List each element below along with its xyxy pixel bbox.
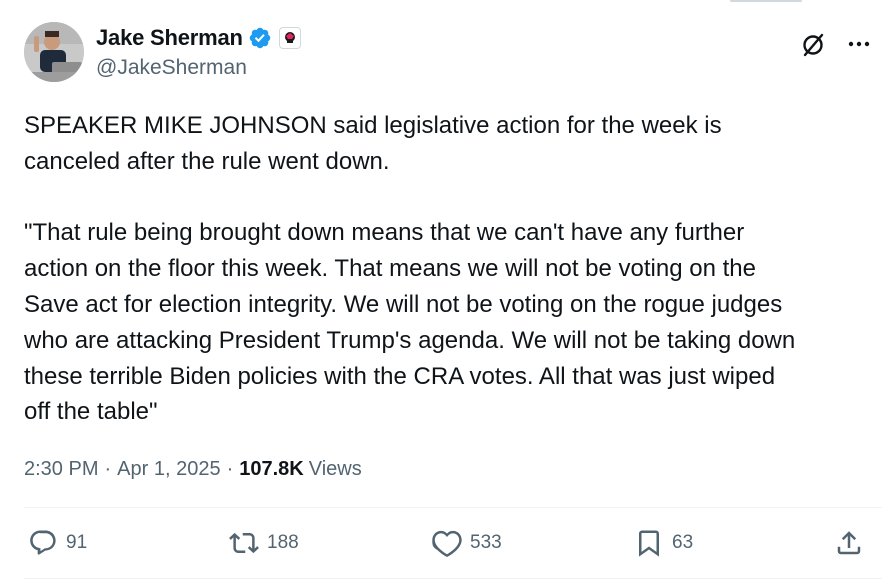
repost-count: 188	[267, 532, 299, 553]
bookmark-button[interactable]: 63	[634, 528, 693, 558]
repost-button[interactable]: 188	[229, 528, 299, 558]
tweet-date[interactable]: Apr 1, 2025	[117, 458, 220, 481]
reply-icon	[30, 530, 56, 555]
tweet-text: SPEAKER MIKE JOHNSON said legislative ac…	[24, 112, 796, 426]
reply-button[interactable]: 91	[28, 528, 87, 558]
avatar-photo	[24, 22, 84, 82]
bookmark-count: 63	[672, 532, 694, 553]
tweet-header: Jake Sherman @JakeSherman	[24, 22, 874, 82]
heart-icon	[432, 530, 462, 557]
bookmark-icon	[639, 530, 659, 557]
divider	[24, 578, 882, 579]
meta-separator: ·	[226, 457, 234, 480]
affiliate-logo-icon	[284, 32, 295, 43]
share-icon	[837, 531, 861, 555]
reply-count: 91	[66, 532, 88, 553]
tweet-meta: 2:30 PM · Apr 1, 2025 · 107.8K Views	[24, 455, 362, 483]
views-count: 107.8K	[239, 457, 304, 480]
like-count: 533	[470, 532, 502, 553]
avatar[interactable]	[24, 22, 84, 82]
tweet-time[interactable]: 2:30 PM	[24, 458, 98, 481]
like-button[interactable]: 533	[432, 528, 502, 558]
affiliate-badge-icon[interactable]	[278, 27, 301, 49]
repost-icon	[229, 532, 259, 554]
more-options-icon[interactable]	[846, 34, 872, 54]
verified-badge-icon[interactable]	[248, 26, 272, 50]
grok-icon[interactable]	[800, 32, 826, 58]
top-edge-stub	[730, 0, 802, 2]
views-label: Views	[308, 457, 362, 480]
meta-separator: ·	[104, 457, 112, 480]
action-bar: 91 188 533 63	[24, 508, 874, 578]
name-row: Jake Sherman	[96, 24, 301, 52]
display-name[interactable]: Jake Sherman	[96, 25, 243, 51]
user-handle[interactable]: @JakeSherman	[96, 56, 247, 80]
share-button[interactable]	[834, 528, 872, 558]
